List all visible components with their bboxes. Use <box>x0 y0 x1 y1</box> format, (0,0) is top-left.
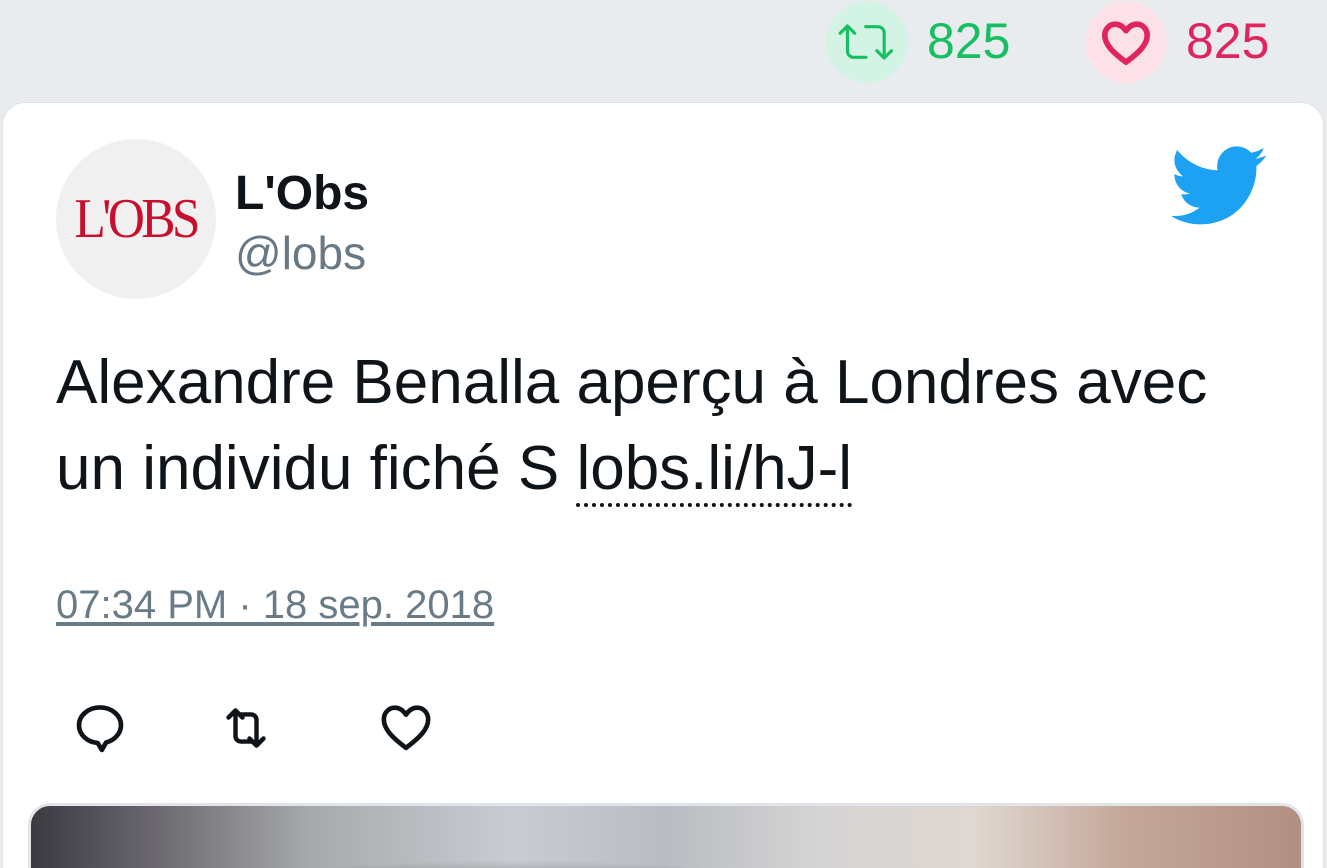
tweet-text: Alexandre Benalla aperçu à Londres avec … <box>56 340 1276 512</box>
like-count: 825 <box>1186 13 1270 69</box>
tweet-embed-page: 825 825 L'OBS L'Obs @lobs Alexandre Bena… <box>0 0 1327 868</box>
user-handle[interactable]: @lobs <box>235 225 366 281</box>
media-shade <box>31 806 1301 868</box>
retweet-icon[interactable] <box>218 700 274 756</box>
avatar-logo-text: L'OBS <box>74 188 201 250</box>
retweet-stat-icon <box>838 24 894 60</box>
display-name[interactable]: L'Obs <box>235 166 369 222</box>
retweet-count: 825 <box>927 13 1011 69</box>
media-preview-image[interactable] <box>28 803 1304 868</box>
heart-stat-icon <box>1101 21 1151 65</box>
retweet-stat-button[interactable] <box>826 1 908 83</box>
reply-icon[interactable] <box>72 700 128 756</box>
tweet-timestamp-link[interactable]: 07:34 PM · 18 sep. 2018 <box>56 580 494 630</box>
twitter-bird-icon[interactable] <box>1172 146 1268 226</box>
tweet-link[interactable]: lobs.li/hJ-l <box>576 434 853 507</box>
avatar[interactable]: L'OBS <box>56 139 216 299</box>
like-stat-button[interactable] <box>1085 1 1167 83</box>
like-icon[interactable] <box>378 700 434 756</box>
